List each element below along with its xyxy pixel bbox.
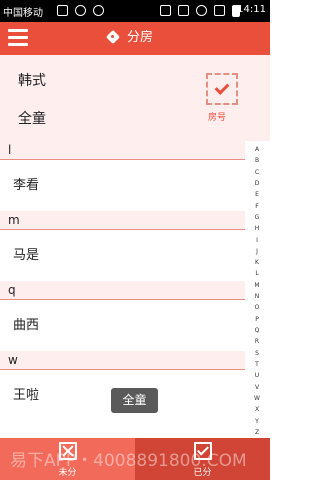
index-letter-e[interactable]: E — [255, 191, 259, 198]
index-letter-j[interactable]: J — [256, 248, 258, 255]
filter-panel: 韩式 全童 房号 — [0, 55, 270, 141]
index-letter-i[interactable]: I — [256, 237, 258, 244]
index-letter-x[interactable]: X — [255, 406, 259, 413]
clock: 14:11 — [237, 4, 266, 15]
android-icon — [93, 5, 104, 16]
checkbox-checked-icon — [214, 80, 230, 95]
index-letter-r[interactable]: R — [255, 338, 259, 345]
usb-icon — [75, 5, 86, 16]
menu-icon[interactable] — [8, 29, 28, 47]
index-letter-h[interactable]: H — [255, 225, 260, 232]
index-letter-k[interactable]: K — [255, 259, 259, 266]
index-letter-c[interactable]: C — [255, 169, 259, 176]
index-letter-b[interactable]: B — [255, 157, 259, 164]
list-item[interactable]: 马是 — [0, 230, 245, 281]
room-number-label: 房号 — [208, 113, 227, 123]
app-header: 分房 — [0, 22, 270, 55]
index-letter-s[interactable]: S — [255, 350, 259, 357]
index-letter-z[interactable]: Z — [255, 429, 259, 436]
image-notification-icon — [57, 5, 68, 16]
tag-icon — [106, 31, 122, 45]
index-letter-n[interactable]: N — [255, 293, 260, 300]
index-letter-m[interactable]: M — [254, 282, 259, 289]
index-letter-o[interactable]: O — [255, 304, 260, 311]
status-bar: 中国移动 14:11 — [0, 0, 270, 22]
index-letter-w[interactable]: W — [254, 395, 260, 402]
filter-option-hanshi[interactable]: 韩式 — [18, 70, 46, 90]
alphabet-index[interactable]: ABCDEFGHIJKLMNOPQRSTUVWXYZ — [251, 146, 263, 436]
bluetooth-icon — [160, 5, 171, 16]
index-letter-f[interactable]: F — [255, 203, 258, 210]
index-letter-v[interactable]: V — [255, 384, 259, 391]
section-header-m: m — [0, 211, 245, 230]
filter-option-quantong[interactable]: 全童 — [18, 108, 46, 128]
section-header-q: q — [0, 281, 245, 300]
list-item[interactable]: 曲西 — [0, 300, 245, 351]
index-letter-d[interactable]: D — [255, 180, 260, 187]
wifi-icon — [196, 5, 207, 16]
index-letter-p[interactable]: P — [255, 316, 259, 323]
index-letter-a[interactable]: A — [255, 146, 259, 153]
index-letter-u[interactable]: U — [255, 372, 259, 379]
room-number-toggle[interactable] — [206, 73, 238, 105]
watermark: 易下APP・4008891800.COM — [10, 451, 247, 471]
index-letter-l[interactable]: L — [255, 270, 258, 277]
vibrate-icon — [178, 5, 189, 16]
signal-icon — [214, 5, 225, 16]
index-letter-y[interactable]: Y — [255, 418, 259, 425]
list-item[interactable]: 李看 — [0, 160, 245, 211]
section-header-w: w — [0, 351, 245, 370]
toast-message: 全童 — [111, 388, 158, 413]
carrier-name: 中国移动 — [3, 8, 43, 19]
index-letter-t[interactable]: T — [255, 361, 259, 368]
section-header-l: l — [0, 141, 245, 160]
page-title: 分房 — [127, 30, 154, 45]
index-letter-g[interactable]: G — [255, 214, 260, 221]
index-letter-q[interactable]: Q — [255, 327, 260, 334]
